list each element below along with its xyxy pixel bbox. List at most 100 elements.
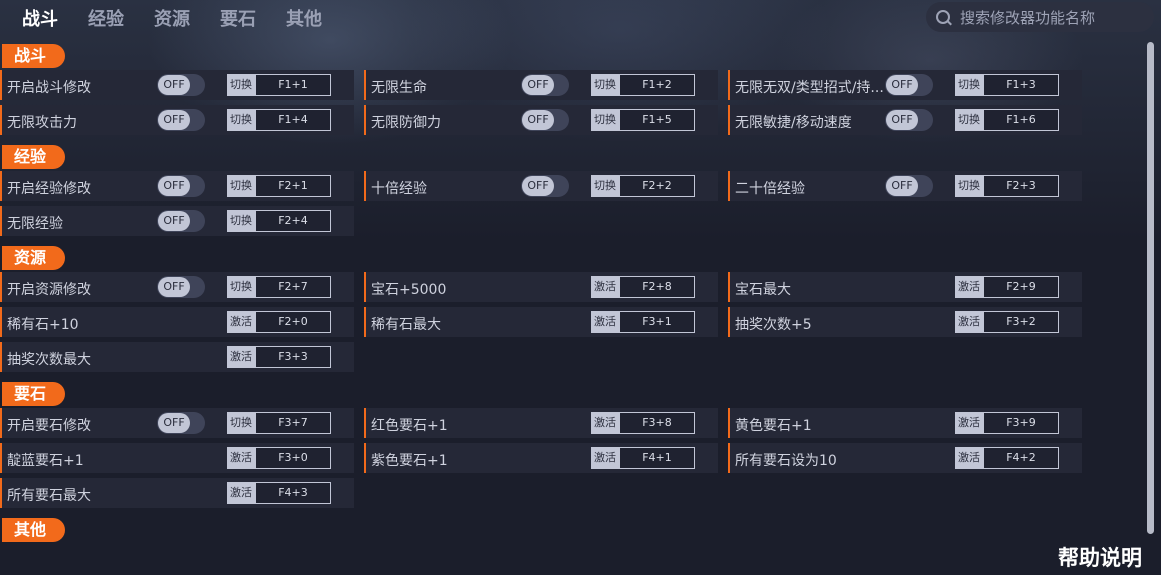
hotkey-action-button[interactable]: 激活 xyxy=(591,311,619,333)
hotkey-action-button[interactable]: 切换 xyxy=(591,109,619,131)
cheat-label: 红色要石+1 xyxy=(371,418,448,434)
toggle-switch[interactable]: OFF xyxy=(885,74,933,96)
hotkey-action-button[interactable]: 激活 xyxy=(591,447,619,469)
hotkey-action-button[interactable]: 切换 xyxy=(227,210,255,232)
cheat-row: 无限经验 OFF 切换 F2+4 xyxy=(0,206,354,236)
cheat-label: 二十倍经验 xyxy=(735,181,805,197)
cheat-row: 无限敏捷/移动速度 OFF 切换 F1+6 xyxy=(728,105,1082,135)
hotkey-field[interactable]: F2+1 xyxy=(255,175,331,197)
hotkey-field[interactable]: F2+2 xyxy=(619,175,695,197)
hotkey-action-button[interactable]: 激活 xyxy=(227,346,255,368)
tab-resources[interactable]: 资源 xyxy=(154,5,190,31)
help-link[interactable]: 帮助说明 xyxy=(1058,542,1142,572)
tab-other[interactable]: 其他 xyxy=(286,5,322,31)
toggle-state-label: OFF xyxy=(158,75,190,95)
hotkey-field[interactable]: F1+4 xyxy=(255,109,331,131)
cheat-row: 抽奖次数最大 激活 F3+3 xyxy=(0,342,354,372)
hotkey-action-button[interactable]: 切换 xyxy=(591,175,619,197)
hotkey-field[interactable]: F1+5 xyxy=(619,109,695,131)
cheat-row: 开启经验修改 OFF 切换 F2+1 xyxy=(0,171,354,201)
cheat-row: 宝石+5000 激活 F2+8 xyxy=(364,272,718,302)
search-box xyxy=(926,2,1154,32)
hotkey-action-button[interactable]: 激活 xyxy=(955,447,983,469)
hotkey-field[interactable]: F2+4 xyxy=(255,210,331,232)
hotkey-field[interactable]: F3+1 xyxy=(619,311,695,333)
toggle-state-label: OFF xyxy=(886,176,918,196)
hotkey-field[interactable]: F1+3 xyxy=(983,74,1059,96)
hotkey-field[interactable]: F1+6 xyxy=(983,109,1059,131)
toggle-switch[interactable]: OFF xyxy=(157,276,205,298)
cheat-row: 所有要石设为10 激活 F4+2 xyxy=(728,443,1082,473)
hotkey-action-button[interactable]: 激活 xyxy=(591,412,619,434)
category-header: 其他 xyxy=(2,518,65,542)
cheat-row: 无限防御力 OFF 切换 F1+5 xyxy=(364,105,718,135)
hotkey-action-button[interactable]: 切换 xyxy=(227,109,255,131)
hotkey-field[interactable]: F2+3 xyxy=(983,175,1059,197)
hotkey-field[interactable]: F2+9 xyxy=(983,276,1059,298)
toggle-state-label: OFF xyxy=(158,413,190,433)
hotkey-action-button[interactable]: 切换 xyxy=(227,276,255,298)
hotkey-action-button[interactable]: 切换 xyxy=(955,74,983,96)
cheat-label: 抽奖次数+5 xyxy=(735,317,812,333)
toggle-switch[interactable]: OFF xyxy=(885,109,933,131)
toggle-switch[interactable]: OFF xyxy=(157,74,205,96)
hotkey-field[interactable]: F3+8 xyxy=(619,412,695,434)
hotkey-action-button[interactable]: 激活 xyxy=(955,276,983,298)
hotkey-field[interactable]: F3+3 xyxy=(255,346,331,368)
cheat-label: 十倍经验 xyxy=(371,181,427,197)
toggle-switch[interactable]: OFF xyxy=(521,74,569,96)
toggle-state-label: OFF xyxy=(158,277,190,297)
hotkey-field[interactable]: F3+7 xyxy=(255,412,331,434)
toggle-switch[interactable]: OFF xyxy=(157,109,205,131)
hotkey-field[interactable]: F4+3 xyxy=(255,482,331,504)
tab-combat[interactable]: 战斗 xyxy=(22,5,58,31)
hotkey-action-button[interactable]: 激活 xyxy=(227,447,255,469)
toggle-switch[interactable]: OFF xyxy=(885,175,933,197)
cheat-row: 十倍经验 OFF 切换 F2+2 xyxy=(364,171,718,201)
hotkey-action-button[interactable]: 激活 xyxy=(955,412,983,434)
hotkey-action-button[interactable]: 切换 xyxy=(227,74,255,96)
cheat-label: 开启要石修改 xyxy=(7,418,91,434)
hotkey-field[interactable]: F2+7 xyxy=(255,276,331,298)
cheat-label: 所有要石设为10 xyxy=(735,453,837,469)
toggle-switch[interactable]: OFF xyxy=(157,412,205,434)
hotkey-action-button[interactable]: 切换 xyxy=(955,175,983,197)
toggle-switch[interactable]: OFF xyxy=(521,175,569,197)
toggle-state-label: OFF xyxy=(158,110,190,130)
hotkey-field[interactable]: F3+0 xyxy=(255,447,331,469)
hotkey-field[interactable]: F1+1 xyxy=(255,74,331,96)
cheat-label: 开启战斗修改 xyxy=(7,80,91,96)
cheat-label: 宝石最大 xyxy=(735,282,791,298)
tab-keystones[interactable]: 要石 xyxy=(220,5,256,31)
category-header: 经验 xyxy=(2,145,65,169)
hotkey-action-button[interactable]: 切换 xyxy=(227,175,255,197)
toggle-switch[interactable]: OFF xyxy=(157,175,205,197)
hotkey-action-button[interactable]: 切换 xyxy=(591,74,619,96)
hotkey-action-button[interactable]: 激活 xyxy=(227,482,255,504)
cheat-row: 稀有石+10 激活 F2+0 xyxy=(0,307,354,337)
cheat-row: 开启战斗修改 OFF 切换 F1+1 xyxy=(0,70,354,100)
hotkey-action-button[interactable]: 激活 xyxy=(955,311,983,333)
cheat-row: 靛蓝要石+1 激活 F3+0 xyxy=(0,443,354,473)
toggle-state-label: OFF xyxy=(886,110,918,130)
hotkey-field[interactable]: F3+9 xyxy=(983,412,1059,434)
search-input[interactable] xyxy=(958,6,1150,30)
toggle-switch[interactable]: OFF xyxy=(521,109,569,131)
hotkey-field[interactable]: F2+8 xyxy=(619,276,695,298)
hotkey-field[interactable]: F1+2 xyxy=(619,74,695,96)
hotkey-action-button[interactable]: 切换 xyxy=(227,412,255,434)
cheat-row: 所有要石最大 激活 F4+3 xyxy=(0,478,354,508)
cheat-label: 紫色要石+1 xyxy=(371,453,448,469)
hotkey-field[interactable]: F4+2 xyxy=(983,447,1059,469)
tab-experience[interactable]: 经验 xyxy=(88,5,124,31)
hotkey-action-button[interactable]: 切换 xyxy=(955,109,983,131)
scrollbar[interactable] xyxy=(1147,42,1154,534)
hotkey-field[interactable]: F4+1 xyxy=(619,447,695,469)
hotkey-field[interactable]: F3+2 xyxy=(983,311,1059,333)
hotkey-action-button[interactable]: 激活 xyxy=(227,311,255,333)
toggle-switch[interactable]: OFF xyxy=(157,210,205,232)
cheat-row: 抽奖次数+5 激活 F3+2 xyxy=(728,307,1082,337)
hotkey-action-button[interactable]: 激活 xyxy=(591,276,619,298)
hotkey-field[interactable]: F2+0 xyxy=(255,311,331,333)
cheat-label: 开启资源修改 xyxy=(7,282,91,298)
